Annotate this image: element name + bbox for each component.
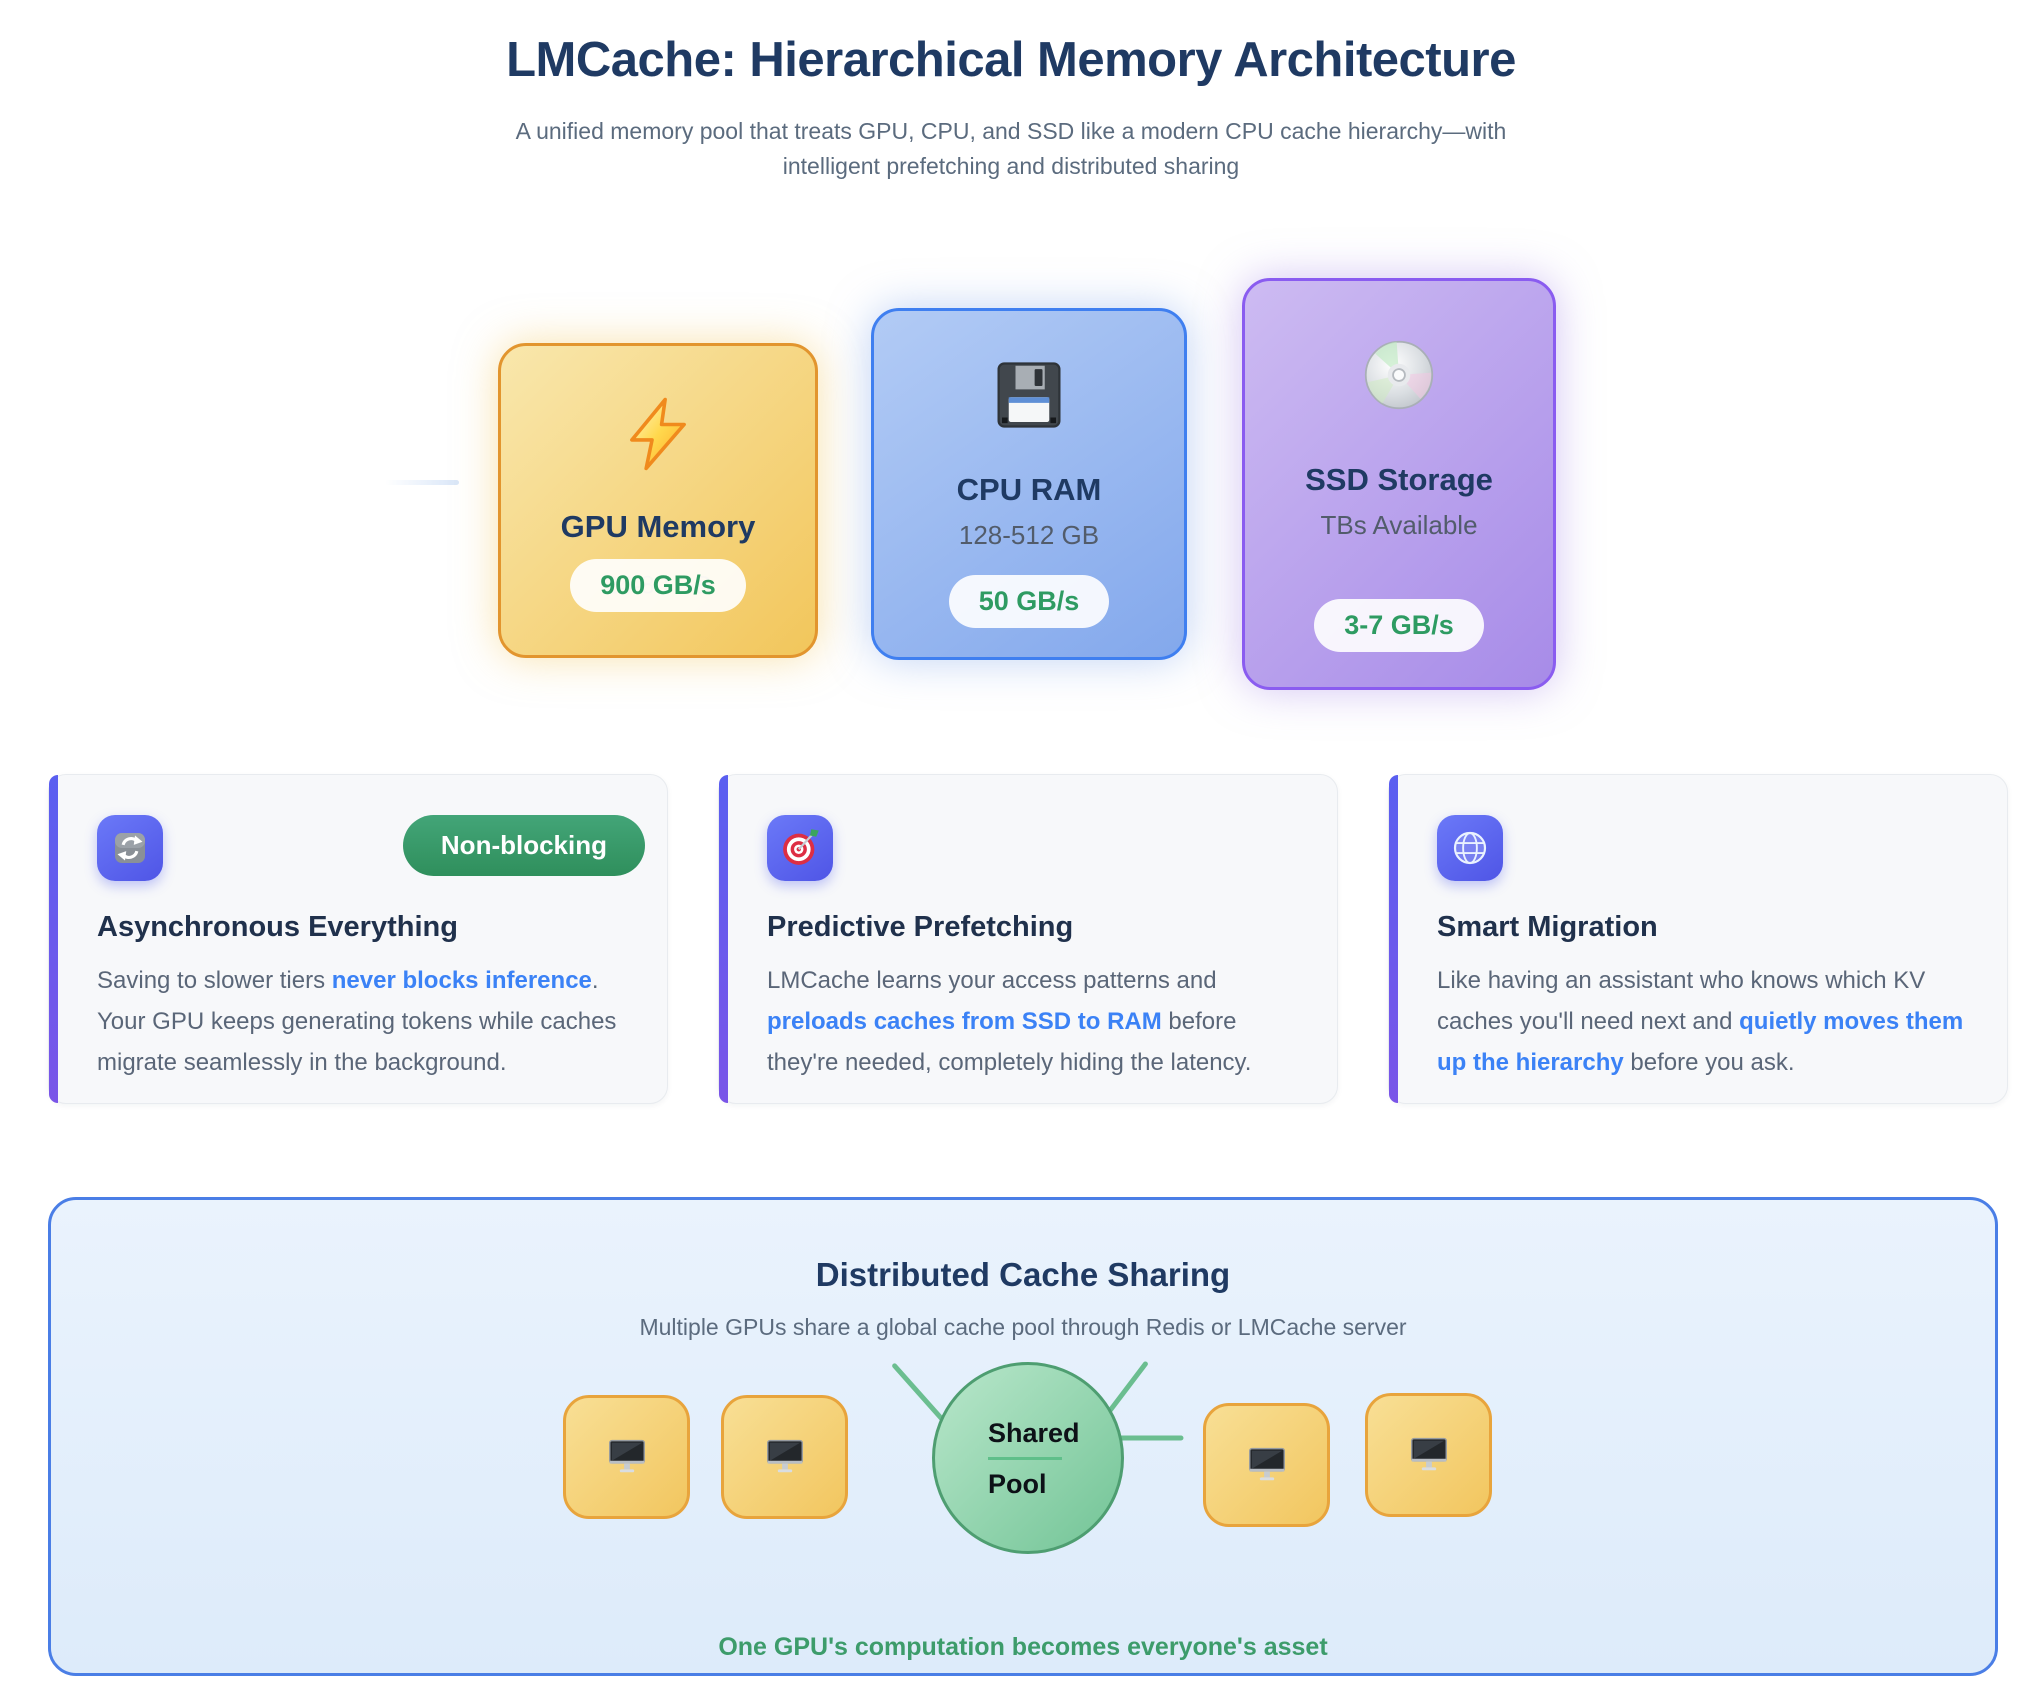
page-subtitle: A unified memory pool that treats GPU, C… xyxy=(471,114,1551,184)
feature-card-smart-migration: Smart Migration Like having an assistant… xyxy=(1388,774,2008,1104)
lightning-icon xyxy=(620,396,696,477)
share-caption: One GPU's computation becomes everyone's… xyxy=(51,1633,1995,1662)
floppy-disk-icon xyxy=(993,359,1065,436)
feature-title: Asynchronous Everything xyxy=(97,911,631,944)
desktop-icon xyxy=(762,1432,808,1483)
header: LMCache: Hierarchical Memory Architectur… xyxy=(0,0,2022,184)
bandwidth-badge: 50 GB/s xyxy=(949,575,1110,628)
pool-divider xyxy=(988,1457,1062,1460)
cd-icon xyxy=(1361,337,1437,418)
shared-pool-label-line1: Shared xyxy=(988,1417,1121,1449)
feature-accent-bar xyxy=(719,775,728,1103)
tier-connector-line xyxy=(385,480,459,485)
feature-body: Like having an assistant who knows which… xyxy=(1437,960,1971,1083)
gpu-node xyxy=(1365,1393,1492,1517)
target-icon xyxy=(767,815,833,881)
desktop-icon xyxy=(1244,1440,1290,1491)
page-title: LMCache: Hierarchical Memory Architectur… xyxy=(0,32,2022,88)
tier-capacity-ghost: 24-80 GB xyxy=(604,571,711,600)
gpu-cluster-diagram: Shared Pool xyxy=(51,1200,1995,1673)
desktop-icon xyxy=(604,1432,650,1483)
non-blocking-badge: Non-blocking xyxy=(403,815,645,876)
tier-title: GPU Memory xyxy=(561,509,756,545)
tier-title: SSD Storage xyxy=(1305,462,1493,498)
feature-title: Smart Migration xyxy=(1437,911,1971,944)
tier-card-cpu-ram: CPU RAM 128-512 GB 50 GB/s xyxy=(871,308,1187,660)
sync-arrows-icon xyxy=(97,815,163,881)
feature-card-predictive-prefetching: Predictive Prefetching LMCache learns yo… xyxy=(718,774,1338,1104)
bandwidth-badge: 3-7 GB/s xyxy=(1314,599,1484,652)
shared-pool-circle: Shared Pool xyxy=(932,1362,1124,1554)
tier-card-ssd-storage: SSD Storage TBs Available 3-7 GB/s xyxy=(1242,278,1556,690)
tier-title: CPU RAM xyxy=(957,472,1102,508)
feature-card-asynchronous-everything: Non-blocking Asynchronous Everything Sav… xyxy=(48,774,668,1104)
tier-capacity: 128-512 GB xyxy=(959,520,1099,551)
globe-icon xyxy=(1437,815,1503,881)
feature-body: Saving to slower tiers never blocks infe… xyxy=(97,960,631,1083)
bandwidth-badge: 900 GB/s xyxy=(570,559,746,612)
gpu-node xyxy=(563,1395,690,1519)
tier-capacity: TBs Available xyxy=(1320,510,1477,541)
shared-pool-label-line2: Pool xyxy=(988,1468,1121,1500)
feature-accent-bar xyxy=(1389,775,1398,1103)
gpu-node xyxy=(721,1395,848,1519)
feature-body: LMCache learns your access patterns and … xyxy=(767,960,1301,1083)
distributed-cache-sharing-panel: Distributed Cache Sharing Multiple GPUs … xyxy=(48,1197,1998,1676)
feature-accent-bar xyxy=(49,775,58,1103)
feature-title: Predictive Prefetching xyxy=(767,911,1301,944)
desktop-icon xyxy=(1406,1430,1452,1481)
tier-card-gpu-memory: GPU Memory 24-80 GB 900 GB/s xyxy=(498,343,818,658)
gpu-node xyxy=(1203,1403,1330,1527)
